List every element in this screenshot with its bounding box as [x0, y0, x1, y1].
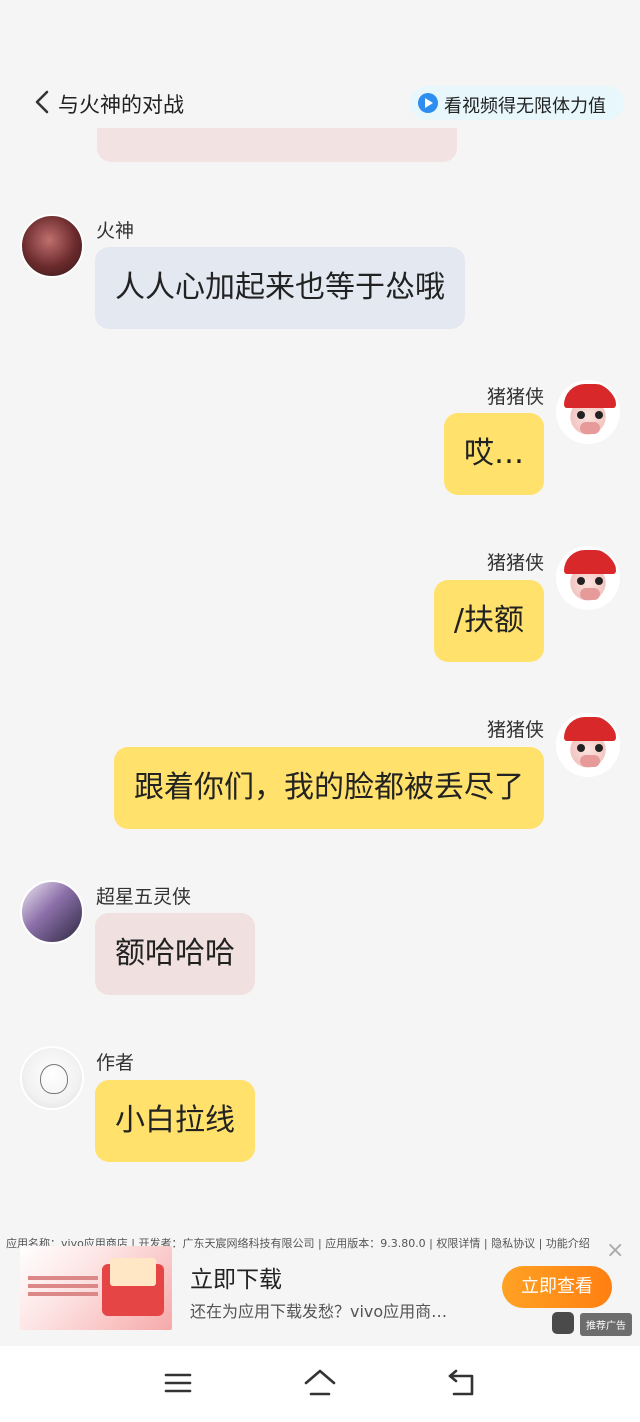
sender-name: 超星五灵侠 [96, 886, 192, 908]
snout-shape [580, 588, 600, 600]
ad-title[interactable]: 立即下载 [190, 1260, 282, 1294]
sender-name: 火神 [96, 220, 135, 242]
snout-shape [580, 755, 600, 767]
top-bar: 与火神的对战 看视频得无限体力值 [0, 0, 640, 140]
avatar-zhuzhuxia[interactable] [556, 546, 620, 610]
ad-description: 还在为应用下载发愁？vivo应用商… [190, 1302, 448, 1321]
avatar-zhuzhuxia[interactable] [556, 713, 620, 777]
sender-name: 作者 [96, 1052, 135, 1074]
avatar-zhuzhuxia[interactable] [556, 380, 620, 444]
ad-badge: 推荐广告 [580, 1313, 632, 1336]
message-bubble[interactable]: 哎… [444, 413, 544, 495]
message-bubble[interactable]: 人人心加起来也等于怂哦 [95, 247, 465, 329]
eye-shape [577, 744, 585, 752]
close-icon[interactable]: × [606, 1240, 624, 1262]
back-icon[interactable] [34, 90, 50, 114]
envelope-card [110, 1258, 156, 1286]
back-icon[interactable] [446, 1368, 478, 1398]
page-title: 与火神的对战 [58, 93, 184, 117]
avatar-author[interactable] [20, 1046, 84, 1110]
ad-banner[interactable]: 应用名称：vivo应用商店 | 开发者：广东天宸网络科技有限公司 | 应用版本：… [0, 1228, 640, 1344]
system-nav-bar [0, 1346, 640, 1422]
message-bubble[interactable]: 跟着你们，我的脸都被丢尽了 [114, 747, 544, 829]
play-icon [418, 93, 438, 113]
message-bubble[interactable]: /扶额 [433, 580, 544, 662]
message-bubble[interactable]: 额哈哈哈 [95, 913, 255, 995]
eye-shape [577, 411, 585, 419]
eye-shape [577, 577, 585, 585]
hat-shape [564, 717, 616, 741]
eye-shape [595, 744, 603, 752]
hat-shape [564, 550, 616, 574]
avatar-huoshen[interactable] [20, 214, 84, 278]
home-icon[interactable] [303, 1368, 336, 1398]
face-sketch [40, 1064, 68, 1094]
eye-shape [595, 577, 603, 585]
ad-image[interactable] [20, 1246, 172, 1330]
sender-name: 猪猪侠 [486, 552, 544, 574]
sender-name: 猪猪侠 [486, 386, 544, 408]
sender-name: 猪猪侠 [486, 719, 544, 741]
snout-shape [580, 422, 600, 434]
previous-bubble [97, 128, 457, 162]
ad-text-lines [28, 1276, 98, 1280]
hat-shape [564, 384, 616, 408]
message-bubble[interactable]: 小白拉线 [95, 1080, 255, 1162]
watch-video-label: 看视频得无限体力值 [444, 96, 606, 117]
ad-view-button[interactable]: 立即查看 [502, 1266, 612, 1308]
menu-icon[interactable] [162, 1368, 194, 1398]
cube-icon [552, 1312, 574, 1334]
eye-shape [595, 411, 603, 419]
watch-video-button[interactable]: 看视频得无限体力值 [410, 86, 624, 120]
avatar-chaoxingwulingxia[interactable] [20, 880, 84, 944]
